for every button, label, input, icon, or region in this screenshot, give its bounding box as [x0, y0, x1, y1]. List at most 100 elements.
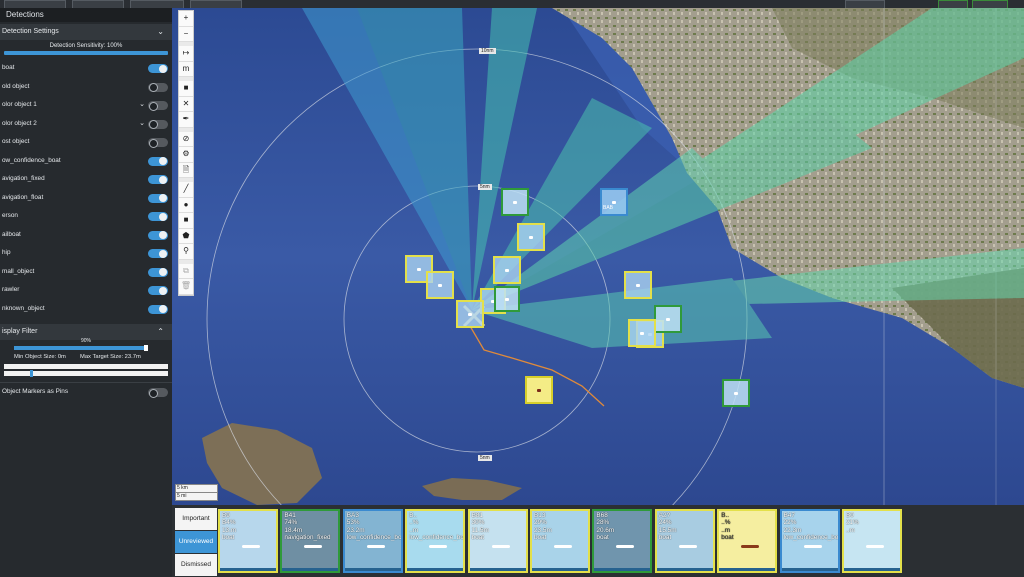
wake-streak	[866, 545, 884, 548]
class-label: avigation_float	[2, 193, 44, 201]
class-toggle[interactable]	[148, 101, 168, 111]
detection-thumbnail[interactable]: B81 30% 11.5m boat	[467, 509, 528, 573]
detection-settings-title: Detection Settings	[2, 28, 59, 35]
detection-marker[interactable]	[525, 376, 553, 404]
sensitivity-label: Detection Sensitivity: 100%	[49, 43, 123, 49]
detection-thumbnail[interactable]: B13 29% 23.5m boat	[530, 509, 590, 573]
line-icon[interactable]: ╱	[179, 182, 193, 198]
class-row: olor object 1 ⌄	[0, 96, 172, 115]
square-icon[interactable]: ■	[179, 81, 193, 97]
pin-icon[interactable]: ⚲	[179, 244, 193, 260]
circle-icon[interactable]: ●	[179, 198, 193, 213]
detection-thumbnail[interactable]: B47 22% 22.3m low_confidence_boat	[779, 509, 840, 573]
detection-thumbnail[interactable]: B41 74% 18.4m navigation_fixed	[280, 509, 341, 573]
class-row: boat	[0, 59, 172, 78]
detection-thumbnail[interactable]: B68 28% 20.6m boat	[592, 509, 653, 573]
detection-marker[interactable]: BAB	[600, 188, 628, 216]
pins-toggle[interactable]	[148, 388, 168, 398]
chevron-down-icon[interactable]: ⌄	[157, 24, 164, 40]
detection-marker[interactable]	[494, 286, 520, 312]
detection-marker[interactable]	[426, 271, 454, 299]
class-row: ailboat	[0, 226, 172, 245]
zoom-in-icon[interactable]: +	[179, 11, 193, 27]
class-toggle[interactable]	[148, 119, 168, 129]
rectangle-icon[interactable]: ■	[179, 213, 193, 229]
map-view[interactable]: BAB 10nm 5nm 5nm	[172, 8, 1024, 505]
class-label: old object	[2, 82, 30, 90]
target-dot-icon	[505, 297, 509, 301]
detection-thumbnail[interactable]: B0 21% ..m	[842, 509, 902, 573]
polygon-icon[interactable]: ⬟	[179, 229, 193, 244]
toggle-knob	[159, 231, 167, 239]
display-filter-title: isplay Filter	[2, 328, 38, 335]
chevron-down-icon[interactable]: ⌄	[139, 115, 145, 134]
class-toggle[interactable]	[148, 249, 168, 258]
thumbnail-line: navigation_fixed	[284, 534, 331, 542]
thumbnail-footer	[407, 568, 464, 571]
class-toggle[interactable]	[148, 175, 168, 184]
class-toggle[interactable]	[148, 156, 168, 166]
thumbnail-info: B....% ..m boat	[721, 512, 733, 542]
filter-unreviewed[interactable]: Unreviewed	[175, 531, 217, 553]
document-icon[interactable]: 🗎	[179, 163, 193, 178]
class-toggle[interactable]	[148, 212, 168, 221]
thumbnail-line: boat	[721, 534, 734, 542]
class-toggle[interactable]	[148, 304, 168, 314]
detection-marker[interactable]	[624, 271, 652, 299]
detection-marker[interactable]	[628, 319, 656, 347]
class-row: old object	[0, 78, 172, 97]
target-dot-icon	[734, 391, 738, 395]
toggle-knob	[159, 249, 167, 258]
detection-marker[interactable]	[456, 300, 484, 328]
sensitivity-slider[interactable]	[4, 51, 168, 55]
wake-streak	[304, 545, 323, 548]
settings-icon[interactable]: ⚙	[179, 147, 193, 163]
class-row: nknown_object	[0, 300, 172, 319]
wake-streak	[491, 545, 510, 548]
chevron-down-icon[interactable]: ⌄	[139, 96, 145, 115]
detection-thumbnail[interactable]: B....% ..m low_confidence_boat	[405, 509, 466, 573]
display-filter-handle[interactable]	[144, 345, 148, 351]
detection-thumbnail[interactable]: A2? 24% 15.5m boat	[654, 509, 715, 573]
detection-thumbnail[interactable]: BA3 53% 23.2m low_confidence_boat	[342, 509, 403, 573]
detection-marker[interactable]	[654, 305, 682, 333]
zoom-out-icon[interactable]: −	[179, 27, 193, 42]
detection-marker[interactable]	[493, 256, 521, 284]
close-icon[interactable]: ✕	[179, 97, 193, 112]
class-toggle[interactable]	[148, 193, 168, 203]
target-dot-icon	[513, 200, 517, 204]
thumbnail-line: low_confidence_boat	[783, 534, 840, 542]
measure-icon[interactable]: ↦	[179, 46, 193, 62]
max-size-slider[interactable]	[4, 370, 168, 377]
detection-settings-header[interactable]: Detection Settings ⌄	[0, 24, 172, 40]
min-size-slider[interactable]	[4, 364, 168, 369]
detection-marker[interactable]	[517, 223, 545, 251]
display-filter-slider[interactable]: 90%	[4, 338, 168, 351]
class-toggle[interactable]	[148, 286, 168, 295]
class-toggle[interactable]	[148, 82, 168, 92]
pen-icon[interactable]: ✒	[179, 112, 193, 128]
detection-marker[interactable]	[501, 188, 529, 216]
target-dot-icon	[468, 312, 472, 316]
thumbnail-info: A2? 24% 15.5m boat	[659, 512, 677, 542]
class-toggle[interactable]	[148, 64, 168, 73]
detection-marker[interactable]	[722, 379, 750, 407]
filter-dismissed[interactable]: Dismissed	[175, 554, 217, 576]
class-label: avigation_fixed	[2, 175, 45, 182]
trash-icon[interactable]: 🗑	[179, 279, 193, 295]
filter-important[interactable]: Important	[175, 508, 217, 530]
detection-thumbnail[interactable]: B9 B4% 13.m boat	[218, 509, 278, 573]
units-icon[interactable]: m	[179, 62, 193, 77]
no-icon[interactable]: ⊘	[179, 132, 193, 147]
thumbnail-line: low_confidence_boat	[346, 534, 403, 542]
class-toggle[interactable]	[148, 267, 168, 277]
copy-icon[interactable]: ⧉	[179, 264, 193, 279]
map-canvas[interactable]	[172, 8, 1024, 505]
thumbnail-footer	[656, 568, 713, 571]
detection-gallery: Important Unreviewed Dismissed B9 B4% 13.m…	[172, 505, 1024, 577]
class-toggle[interactable]	[148, 138, 168, 148]
detection-thumbnail[interactable]: B....% ..m boat	[717, 509, 778, 573]
max-size-handle[interactable]	[30, 370, 33, 377]
thumbnail-line: 28%	[596, 519, 610, 527]
class-toggle[interactable]	[148, 230, 168, 240]
